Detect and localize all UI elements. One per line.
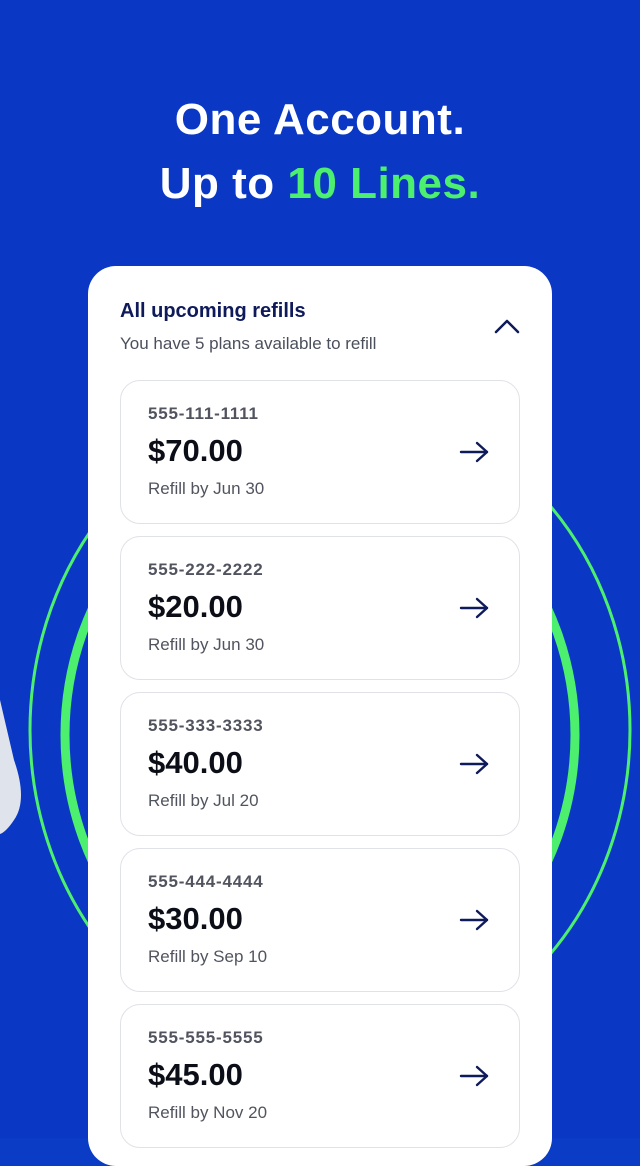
refill-item-2[interactable]: 555-222-2222 $20.00 Refill by Jun 30: [120, 536, 520, 680]
refill-due-date: Refill by Jun 30: [148, 635, 265, 654]
device-shape: [0, 700, 21, 834]
arrow-right-icon[interactable]: [459, 908, 491, 932]
refill-amount: $20.00: [148, 589, 243, 624]
arrow-right-icon[interactable]: [459, 752, 491, 776]
refill-due-date: Refill by Jul 20: [148, 791, 259, 810]
chevron-up-icon: [494, 319, 520, 334]
refill-amount: $30.00: [148, 901, 243, 936]
refill-due-date: Refill by Sep 10: [148, 947, 268, 966]
card-title: All upcoming refills: [120, 300, 306, 322]
refill-item-3[interactable]: 555-333-3333 $40.00 Refill by Jul 20: [120, 692, 520, 836]
phone-number: 555-333-3333: [148, 716, 264, 735]
refill-list: 555-111-1111 $70.00 Refill by Jun 30 555…: [120, 380, 520, 1160]
phone-number: 555-555-5555: [148, 1028, 264, 1047]
headline: One Account. Up to 10 Lines.: [0, 88, 640, 216]
headline-line-2-accent: 10 Lines.: [287, 159, 481, 208]
upcoming-refills-card: All upcoming refills You have 5 plans av…: [88, 266, 552, 1166]
card-subtitle: You have 5 plans available to refill: [120, 334, 377, 353]
refill-amount: $40.00: [148, 745, 243, 780]
refill-item-5[interactable]: 555-555-5555 $45.00 Refill by Nov 20: [120, 1004, 520, 1148]
headline-line-1: One Account.: [174, 95, 466, 144]
headline-line-2-prefix: Up to: [159, 159, 288, 208]
arrow-right-icon[interactable]: [459, 596, 491, 620]
collapse-button[interactable]: [492, 314, 522, 338]
phone-number: 555-111-1111: [148, 404, 259, 423]
headline-line-2: Up to 10 Lines.: [0, 152, 640, 216]
arrow-right-icon[interactable]: [459, 440, 491, 464]
refill-due-date: Refill by Jun 30: [148, 479, 265, 498]
refill-item-4[interactable]: 555-444-4444 $30.00 Refill by Sep 10: [120, 848, 520, 992]
refill-item-1[interactable]: 555-111-1111 $70.00 Refill by Jun 30: [120, 380, 520, 524]
arrow-right-icon[interactable]: [459, 1064, 491, 1088]
refill-amount: $45.00: [148, 1057, 243, 1092]
phone-number: 555-444-4444: [148, 872, 264, 891]
refill-amount: $70.00: [148, 433, 243, 468]
phone-number: 555-222-2222: [148, 560, 264, 579]
refill-due-date: Refill by Nov 20: [148, 1103, 268, 1122]
